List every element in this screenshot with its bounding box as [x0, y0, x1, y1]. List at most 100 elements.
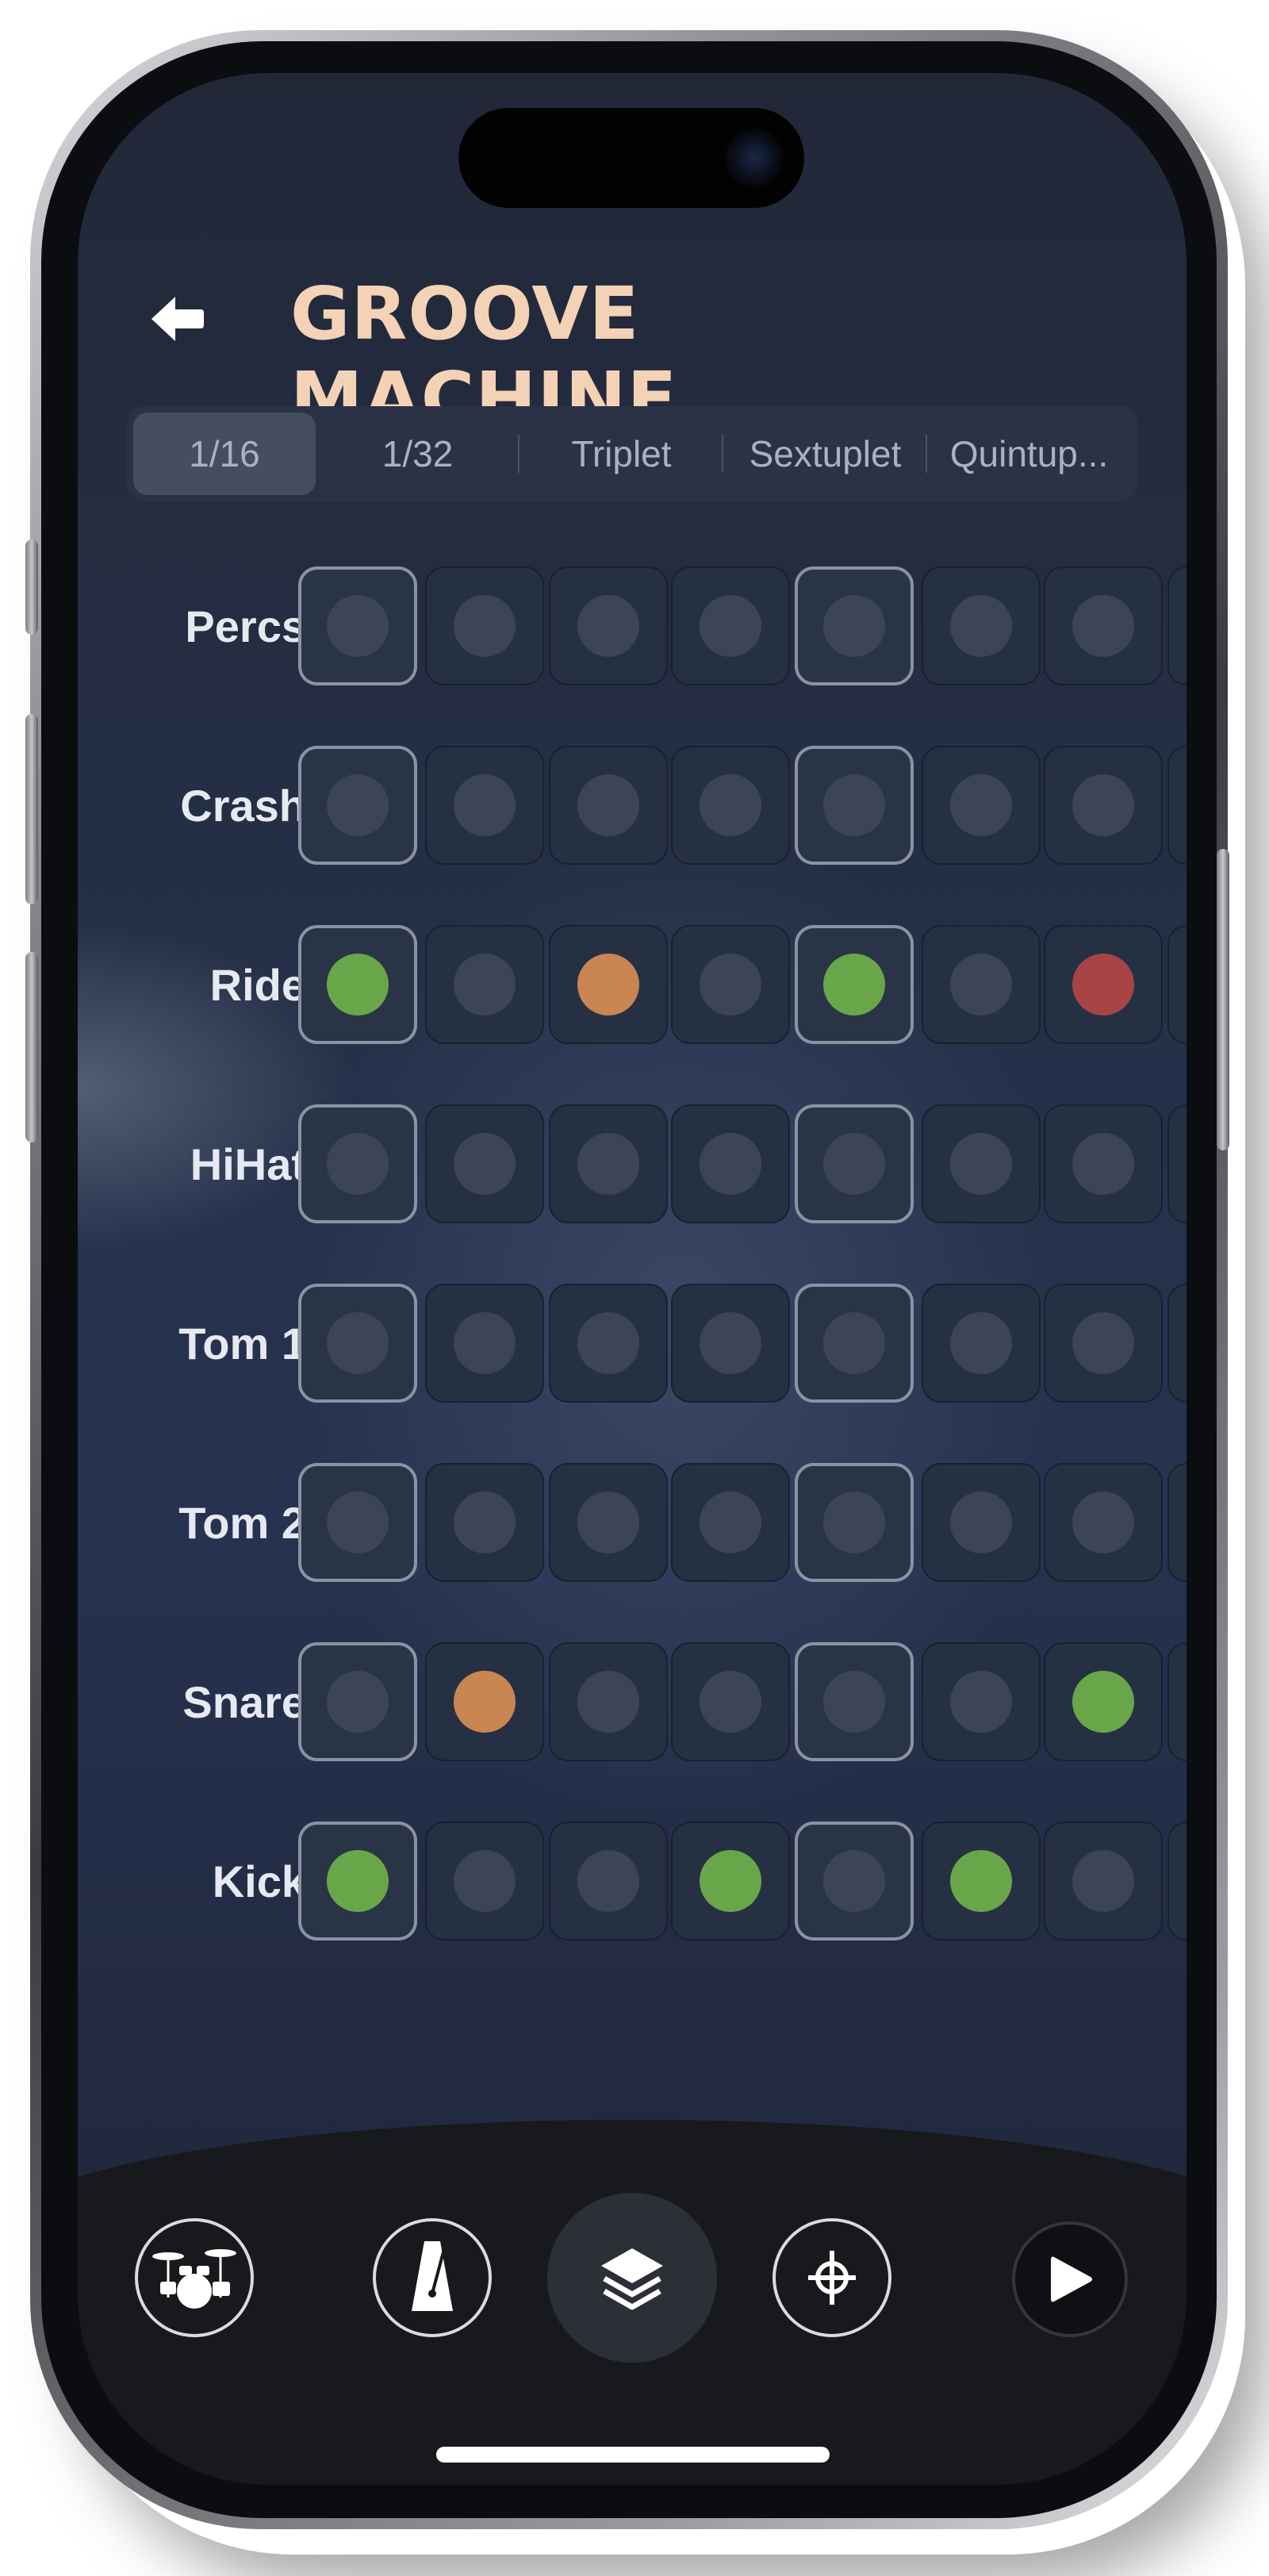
step-pad[interactable] [425, 746, 544, 865]
step-pad[interactable] [671, 1822, 790, 1941]
step-indicator [823, 774, 885, 836]
drum-kit-button[interactable] [135, 2218, 254, 2337]
step-pad[interactable] [1167, 1642, 1187, 1761]
step-pad[interactable] [795, 1284, 914, 1403]
step-pad[interactable] [549, 1104, 668, 1223]
track-label[interactable]: Snare [182, 1642, 306, 1761]
track-label[interactable]: Ride [210, 925, 306, 1044]
step-indicator [700, 595, 761, 657]
crosshair-button[interactable] [773, 2218, 891, 2337]
step-pad[interactable] [425, 1104, 544, 1223]
step-pad[interactable] [671, 925, 790, 1044]
tab-1-16[interactable]: 1/16 [133, 413, 316, 495]
step-pad[interactable] [795, 1822, 914, 1941]
step-pad[interactable] [922, 925, 1041, 1044]
step-pad[interactable] [922, 1463, 1041, 1582]
step-pad[interactable] [298, 1822, 417, 1941]
step-pad[interactable] [922, 1284, 1041, 1403]
tab-1-32[interactable]: 1/32 [316, 413, 519, 495]
step-pad[interactable] [298, 746, 417, 865]
step-pad[interactable] [298, 566, 417, 685]
step-pad[interactable] [298, 1284, 417, 1403]
step-pad[interactable] [1044, 1104, 1163, 1223]
step-pad[interactable] [1167, 1104, 1187, 1223]
step-pad[interactable] [1044, 746, 1163, 865]
step-pad[interactable] [1044, 566, 1163, 685]
metronome-button[interactable] [373, 2218, 492, 2337]
step-pad[interactable] [795, 746, 914, 865]
step-pad[interactable] [425, 1642, 544, 1761]
step-pad[interactable] [549, 1642, 668, 1761]
layers-button[interactable] [547, 2193, 717, 2363]
track-label[interactable]: Kick [213, 1822, 306, 1941]
step-pad[interactable] [1167, 746, 1187, 865]
step-pad[interactable] [425, 925, 544, 1044]
step-indicator [950, 1133, 1012, 1195]
track-label[interactable]: Tom 2 [178, 1463, 306, 1582]
step-pad[interactable] [922, 1104, 1041, 1223]
step-pad[interactable] [795, 566, 914, 685]
step-pad[interactable] [425, 1822, 544, 1941]
header: GROOVE MACHINE [78, 255, 1187, 441]
step-pad[interactable] [1167, 1284, 1187, 1403]
step-pad[interactable] [922, 1822, 1041, 1941]
step-pad[interactable] [671, 746, 790, 865]
step-pad[interactable] [922, 1642, 1041, 1761]
step-pad[interactable] [1044, 1642, 1163, 1761]
step-pad[interactable] [1167, 1822, 1187, 1941]
step-pad[interactable] [549, 925, 668, 1044]
step-pad[interactable] [1044, 1463, 1163, 1582]
track-label[interactable]: Crash [180, 746, 306, 865]
step-indicator [950, 1671, 1012, 1733]
step-pad[interactable] [298, 1642, 417, 1761]
step-pad[interactable] [298, 1463, 417, 1582]
track-label[interactable]: Percs [185, 566, 306, 685]
track-row-tom-1: Tom 1 [78, 1284, 1187, 1403]
step-pad[interactable] [425, 1284, 544, 1403]
step-pad[interactable] [1167, 925, 1187, 1044]
step-pad[interactable] [298, 925, 417, 1044]
step-pad[interactable] [1044, 1822, 1163, 1941]
step-pad[interactable] [1167, 1463, 1187, 1582]
step-indicator [950, 774, 1012, 836]
step-indicator [577, 1671, 639, 1733]
step-pad[interactable] [549, 746, 668, 865]
step-indicator [327, 1312, 389, 1374]
step-pad[interactable] [1044, 1284, 1163, 1403]
step-pad[interactable] [671, 1104, 790, 1223]
step-pad[interactable] [795, 1463, 914, 1582]
step-pad[interactable] [671, 1463, 790, 1582]
step-pad[interactable] [922, 566, 1041, 685]
step-pad[interactable] [298, 1104, 417, 1223]
step-pad[interactable] [425, 1463, 544, 1582]
tab-quintup[interactable]: Quintup... [927, 413, 1131, 495]
step-indicator [454, 595, 516, 657]
step-pad[interactable] [549, 1284, 668, 1403]
play-icon [1051, 2256, 1092, 2302]
tab-triplet[interactable]: Triplet [519, 413, 723, 495]
step-pad[interactable] [795, 925, 914, 1044]
step-pad[interactable] [922, 746, 1041, 865]
play-button[interactable] [1012, 2221, 1128, 2337]
step-pad[interactable] [1044, 925, 1163, 1044]
step-indicator [823, 954, 885, 1015]
step-indicator [700, 774, 761, 836]
track-label[interactable]: HiHat [190, 1104, 306, 1223]
step-pad[interactable] [671, 1642, 790, 1761]
step-pad[interactable] [671, 566, 790, 685]
track-row-ride: Ride [78, 925, 1187, 1044]
step-pad[interactable] [549, 1822, 668, 1941]
dynamic-island [458, 108, 804, 208]
step-pad[interactable] [795, 1104, 914, 1223]
back-button[interactable] [141, 287, 213, 351]
step-indicator [950, 1491, 1012, 1553]
home-indicator[interactable] [436, 2447, 830, 2463]
step-pad[interactable] [425, 566, 544, 685]
step-pad[interactable] [795, 1642, 914, 1761]
step-pad[interactable] [1167, 566, 1187, 685]
step-pad[interactable] [549, 1463, 668, 1582]
step-pad[interactable] [671, 1284, 790, 1403]
step-pad[interactable] [549, 566, 668, 685]
track-label[interactable]: Tom 1 [178, 1284, 306, 1403]
tab-sextuplet[interactable]: Sextuplet [723, 413, 927, 495]
